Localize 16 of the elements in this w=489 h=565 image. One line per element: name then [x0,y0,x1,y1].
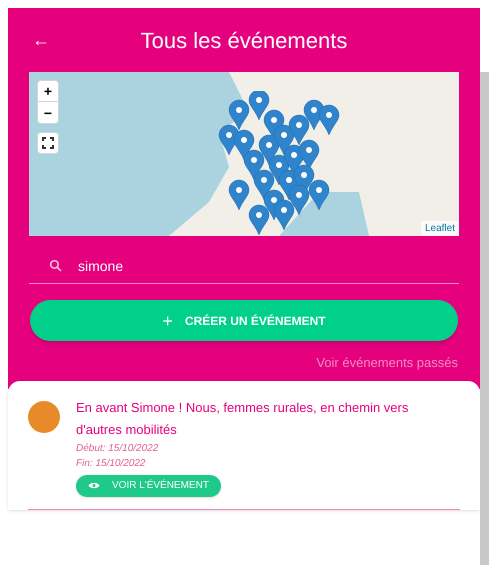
zoom-out-button[interactable]: − [38,102,58,123]
event-start-date: Début: 15/10/2022 [76,442,160,456]
page-title: Tous les événements [140,26,348,54]
fullscreen-icon [42,137,54,149]
back-button[interactable]: ← [32,26,64,54]
event-end-date: Fin: 15/10/2022 [76,456,146,470]
search-icon [49,259,62,272]
zoom-in-button[interactable]: + [38,81,58,102]
event-avatar [28,400,60,432]
search-field[interactable]: simone [29,248,459,284]
attribution-link[interactable]: Leaflet [420,221,459,236]
fullscreen-button[interactable] [37,132,59,154]
eye-icon [88,481,100,490]
map[interactable]: + − Leaflet [29,72,459,236]
event-title[interactable]: En avant Simone ! Nous, femmes rurales, en chemin vers d'autres mobilités [76,396,421,440]
search-value: simone [78,256,124,276]
